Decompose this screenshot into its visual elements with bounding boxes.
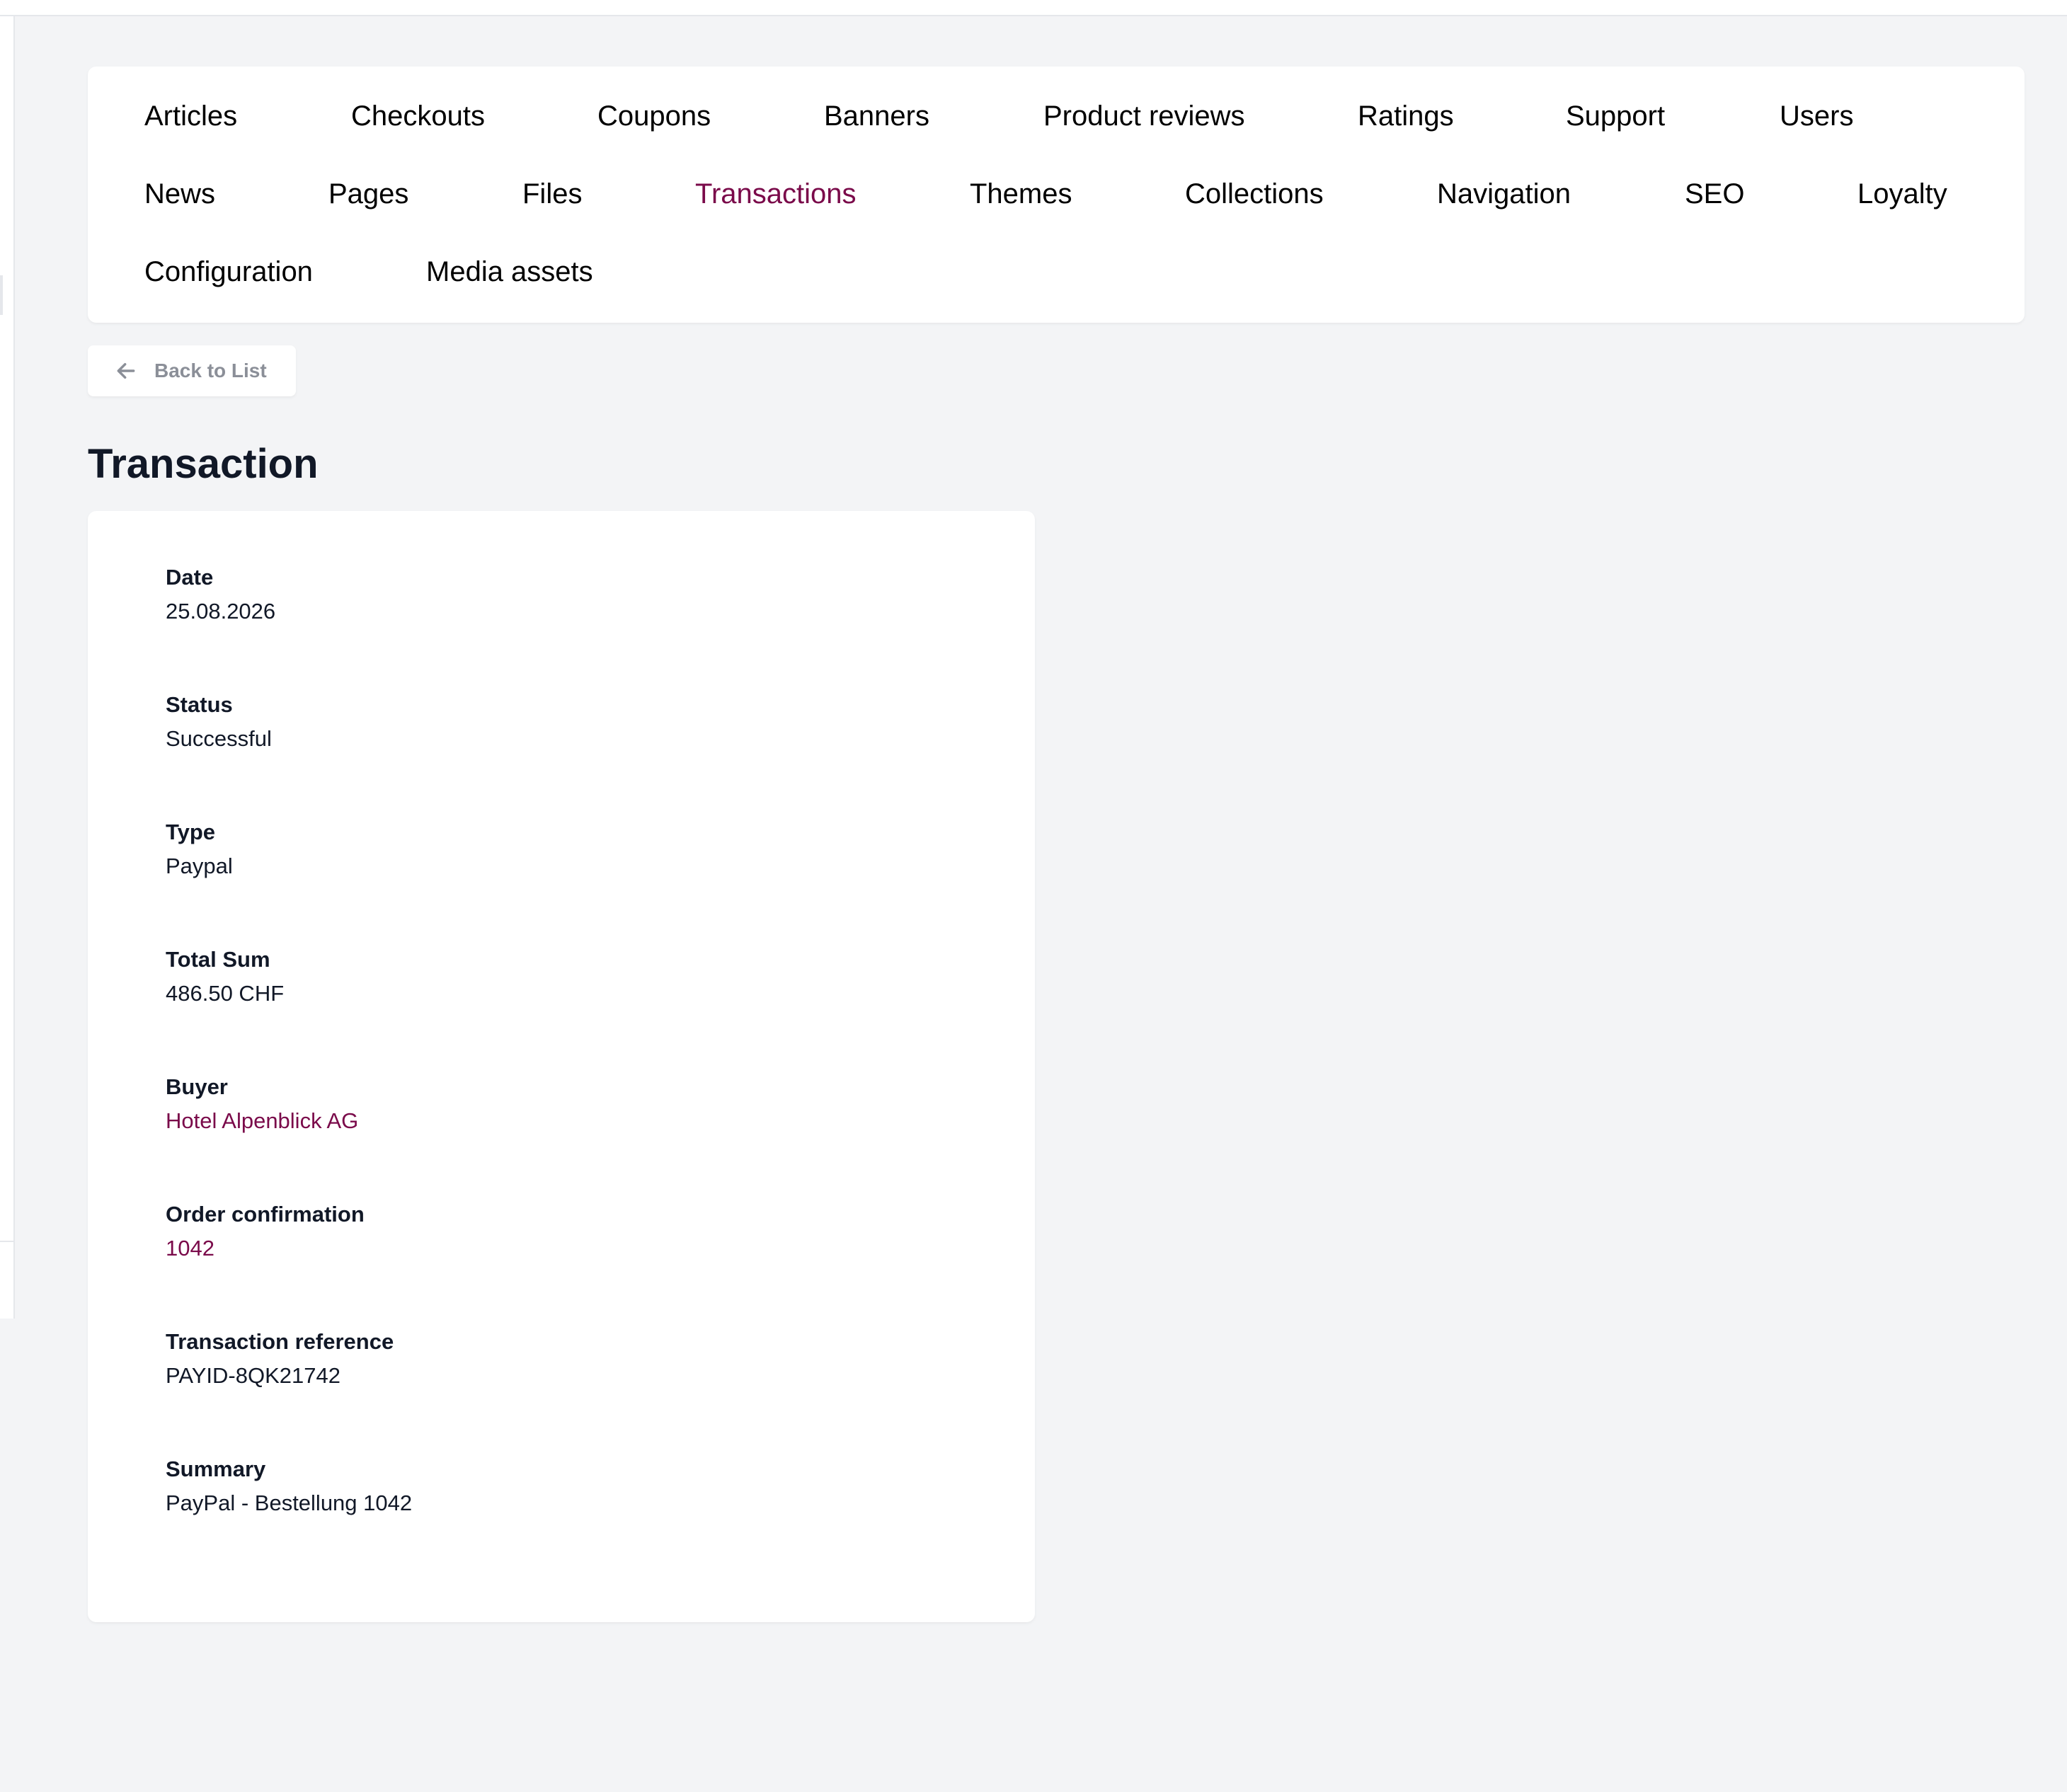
- nav-item-pages[interactable]: Pages: [328, 177, 408, 211]
- field-total-sum-label: Total Sum: [166, 947, 270, 972]
- back-to-list-label: Back to List: [154, 360, 267, 381]
- arrow-left-icon: [117, 362, 135, 379]
- nav-item-product-reviews[interactable]: Product reviews: [1043, 99, 1245, 133]
- field-total-sum-value: 486.50 CHF: [166, 981, 285, 1006]
- field-transaction-reference: Transaction reference PAYID-8QK21742: [166, 1328, 394, 1390]
- nav-item-banners[interactable]: Banners: [824, 99, 929, 133]
- field-buyer: Buyer Hotel Alpenblick AG: [166, 1073, 358, 1135]
- field-summary-value: PayPal - Bestellung 1042: [166, 1491, 413, 1515]
- transaction-detail-card: Date 25.08.2026 Status Successful Type P…: [88, 511, 1035, 1622]
- nav-item-ratings[interactable]: Ratings: [1358, 99, 1454, 133]
- field-status-value: Successful: [166, 726, 272, 751]
- nav-item-configuration[interactable]: Configuration: [144, 255, 313, 289]
- field-order-confirmation-label: Order confirmation: [166, 1202, 365, 1227]
- field-summary-label: Summary: [166, 1457, 266, 1481]
- nav-item-articles[interactable]: Articles: [144, 99, 237, 133]
- field-transaction-reference-label: Transaction reference: [166, 1329, 394, 1354]
- top-bar: [0, 0, 2067, 16]
- sidebar-rail-handle: [0, 275, 3, 315]
- field-total-sum: Total Sum 486.50 CHF: [166, 946, 284, 1008]
- sidebar-rail-divider: [0, 1241, 15, 1242]
- nav-item-support[interactable]: Support: [1566, 99, 1665, 133]
- order-confirmation-link[interactable]: 1042: [166, 1234, 365, 1263]
- field-order-confirmation: Order confirmation 1042: [166, 1200, 365, 1263]
- field-type-value: Paypal: [166, 854, 233, 878]
- nav-item-seo[interactable]: SEO: [1685, 177, 1744, 211]
- field-date: Date 25.08.2026: [166, 563, 275, 626]
- field-type: Type Paypal: [166, 818, 233, 880]
- nav-item-themes[interactable]: Themes: [970, 177, 1072, 211]
- field-date-label: Date: [166, 565, 214, 590]
- nav-item-files[interactable]: Files: [522, 177, 582, 211]
- nav-item-news[interactable]: News: [144, 177, 215, 211]
- buyer-link[interactable]: Hotel Alpenblick AG: [166, 1107, 358, 1135]
- nav-item-users[interactable]: Users: [1780, 99, 1853, 133]
- admin-nav-menu: Articles Checkouts Coupons Banners Produ…: [88, 67, 2025, 323]
- nav-item-loyalty[interactable]: Loyalty: [1857, 177, 1947, 211]
- nav-item-transactions[interactable]: Transactions: [695, 177, 857, 211]
- field-date-value: 25.08.2026: [166, 599, 276, 624]
- back-to-list-button[interactable]: Back to List: [88, 345, 296, 396]
- page-title: Transaction: [88, 441, 319, 487]
- field-buyer-label: Buyer: [166, 1074, 228, 1099]
- nav-item-checkouts[interactable]: Checkouts: [351, 99, 485, 133]
- field-transaction-reference-value: PAYID-8QK21742: [166, 1363, 340, 1388]
- field-status-label: Status: [166, 692, 233, 717]
- sidebar-rail: [0, 16, 15, 1319]
- nav-item-coupons[interactable]: Coupons: [597, 99, 711, 133]
- nav-item-navigation[interactable]: Navigation: [1437, 177, 1571, 211]
- field-type-label: Type: [166, 820, 216, 844]
- nav-item-media-assets[interactable]: Media assets: [426, 255, 593, 289]
- field-summary: Summary PayPal - Bestellung 1042: [166, 1455, 412, 1517]
- nav-item-collections[interactable]: Collections: [1185, 177, 1324, 211]
- field-status: Status Successful: [166, 691, 272, 753]
